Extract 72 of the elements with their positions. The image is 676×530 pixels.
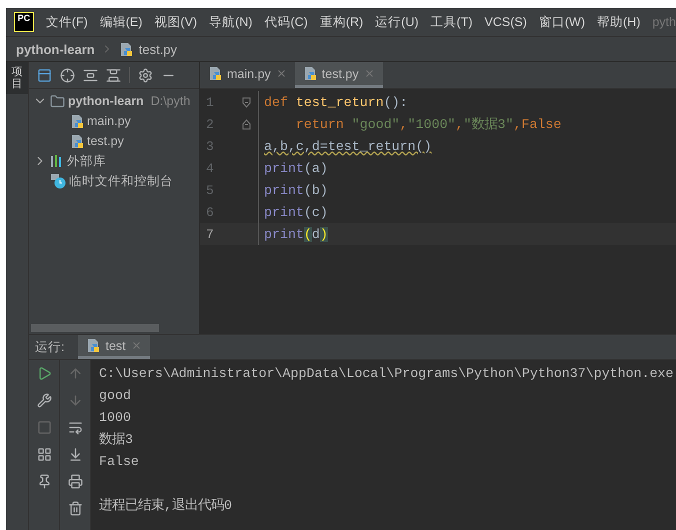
python-file-icon (118, 42, 133, 56)
line-number: 7 (205, 226, 215, 242)
menu-item[interactable]: 窗口(W) (538, 14, 585, 30)
layout-icon[interactable] (36, 447, 52, 462)
menu-item[interactable]: 导航(N) (209, 14, 252, 30)
exit-message: 进程已结束,退出代码0 (99, 496, 233, 515)
menu-item[interactable]: 重构(R) (320, 14, 364, 30)
tree-item[interactable]: python-learn (68, 94, 144, 108)
project-tool-tab[interactable]: 项目 (6, 62, 28, 94)
wrap-icon[interactable] (68, 420, 82, 435)
breadcrumb-item[interactable]: python-learn (16, 42, 95, 56)
trash-icon[interactable] (68, 501, 82, 516)
close-icon[interactable] (276, 68, 287, 79)
tree-item[interactable]: main.py (87, 114, 131, 128)
menu-item[interactable]: 运行(U) (375, 14, 419, 30)
line-number: 3 (205, 138, 215, 154)
print-icon[interactable] (68, 474, 82, 489)
tree-item[interactable]: 外部库 (67, 152, 106, 170)
clock-icon (50, 173, 66, 189)
fold-icon[interactable] (242, 118, 251, 130)
settings-icon[interactable] (138, 68, 153, 82)
code-line: print(c) (264, 204, 328, 220)
console-line: C:\Users\Administrator\AppData\Local\Programs\Python\Python37\python.exe (99, 364, 675, 382)
line-number: 4 (205, 160, 215, 176)
console-line: False (99, 452, 140, 470)
python-file-icon (86, 338, 100, 353)
tree-item[interactable]: 临时文件和控制台 (69, 172, 173, 190)
python-file-icon (208, 66, 222, 81)
menu-item[interactable]: 视图(V) (154, 14, 198, 30)
folder-icon[interactable] (50, 94, 65, 108)
python-file-icon (70, 134, 84, 148)
python-file-icon (302, 66, 317, 81)
code-line: print(b) (264, 182, 328, 198)
menu-item[interactable]: 编辑(E) (100, 14, 142, 30)
line-number: 2 (205, 116, 215, 132)
scrollbar[interactable] (31, 324, 159, 332)
code-line: def test_return(): (264, 94, 408, 110)
pin-icon[interactable] (36, 474, 52, 489)
menu-item[interactable]: 文件(F) (46, 14, 88, 30)
breadcrumb-item[interactable]: test.py (138, 42, 178, 56)
menu-item[interactable]: VCS(S) (484, 15, 527, 29)
collapse-icon[interactable] (106, 68, 121, 82)
tree-item[interactable]: test.py (87, 134, 124, 148)
scroll-end-icon[interactable] (68, 447, 82, 462)
fold-icon[interactable] (242, 96, 251, 108)
run-tab[interactable]: test (78, 335, 150, 359)
console-line: 数据3 (99, 431, 134, 449)
console-line: good (99, 386, 132, 404)
play-icon[interactable] (36, 366, 52, 381)
library-icon (50, 154, 64, 168)
editor-tab[interactable]: main.py (200, 62, 295, 88)
python-file-icon (70, 114, 84, 128)
folder-path: D:\pyth (150, 94, 190, 108)
window-icon[interactable] (37, 68, 52, 82)
line-number: 6 (205, 204, 215, 220)
line-number: 1 (205, 94, 215, 110)
menu-item[interactable]: 帮助(H) (597, 14, 640, 30)
wrench-icon[interactable] (36, 393, 52, 408)
crosshair-icon[interactable] (60, 68, 75, 82)
app-logo: PC (14, 12, 34, 32)
run-label: 运行: (35, 338, 64, 356)
expand-icon[interactable] (83, 68, 98, 82)
code-line: print(d) (264, 226, 328, 242)
code-line: print(a) (264, 160, 328, 176)
code-line: return "good","1000","数据3",False (294, 116, 562, 133)
code-line: a,b,c,d=test_return() (264, 138, 432, 154)
editor-tab[interactable]: test.py (294, 62, 383, 88)
line-number: 5 (205, 182, 215, 198)
window-title: pyth (652, 15, 676, 29)
menu-item[interactable]: 代码(C) (264, 14, 308, 30)
console-line: 1000 (99, 408, 132, 426)
menu-item[interactable]: 工具(T) (430, 14, 472, 30)
